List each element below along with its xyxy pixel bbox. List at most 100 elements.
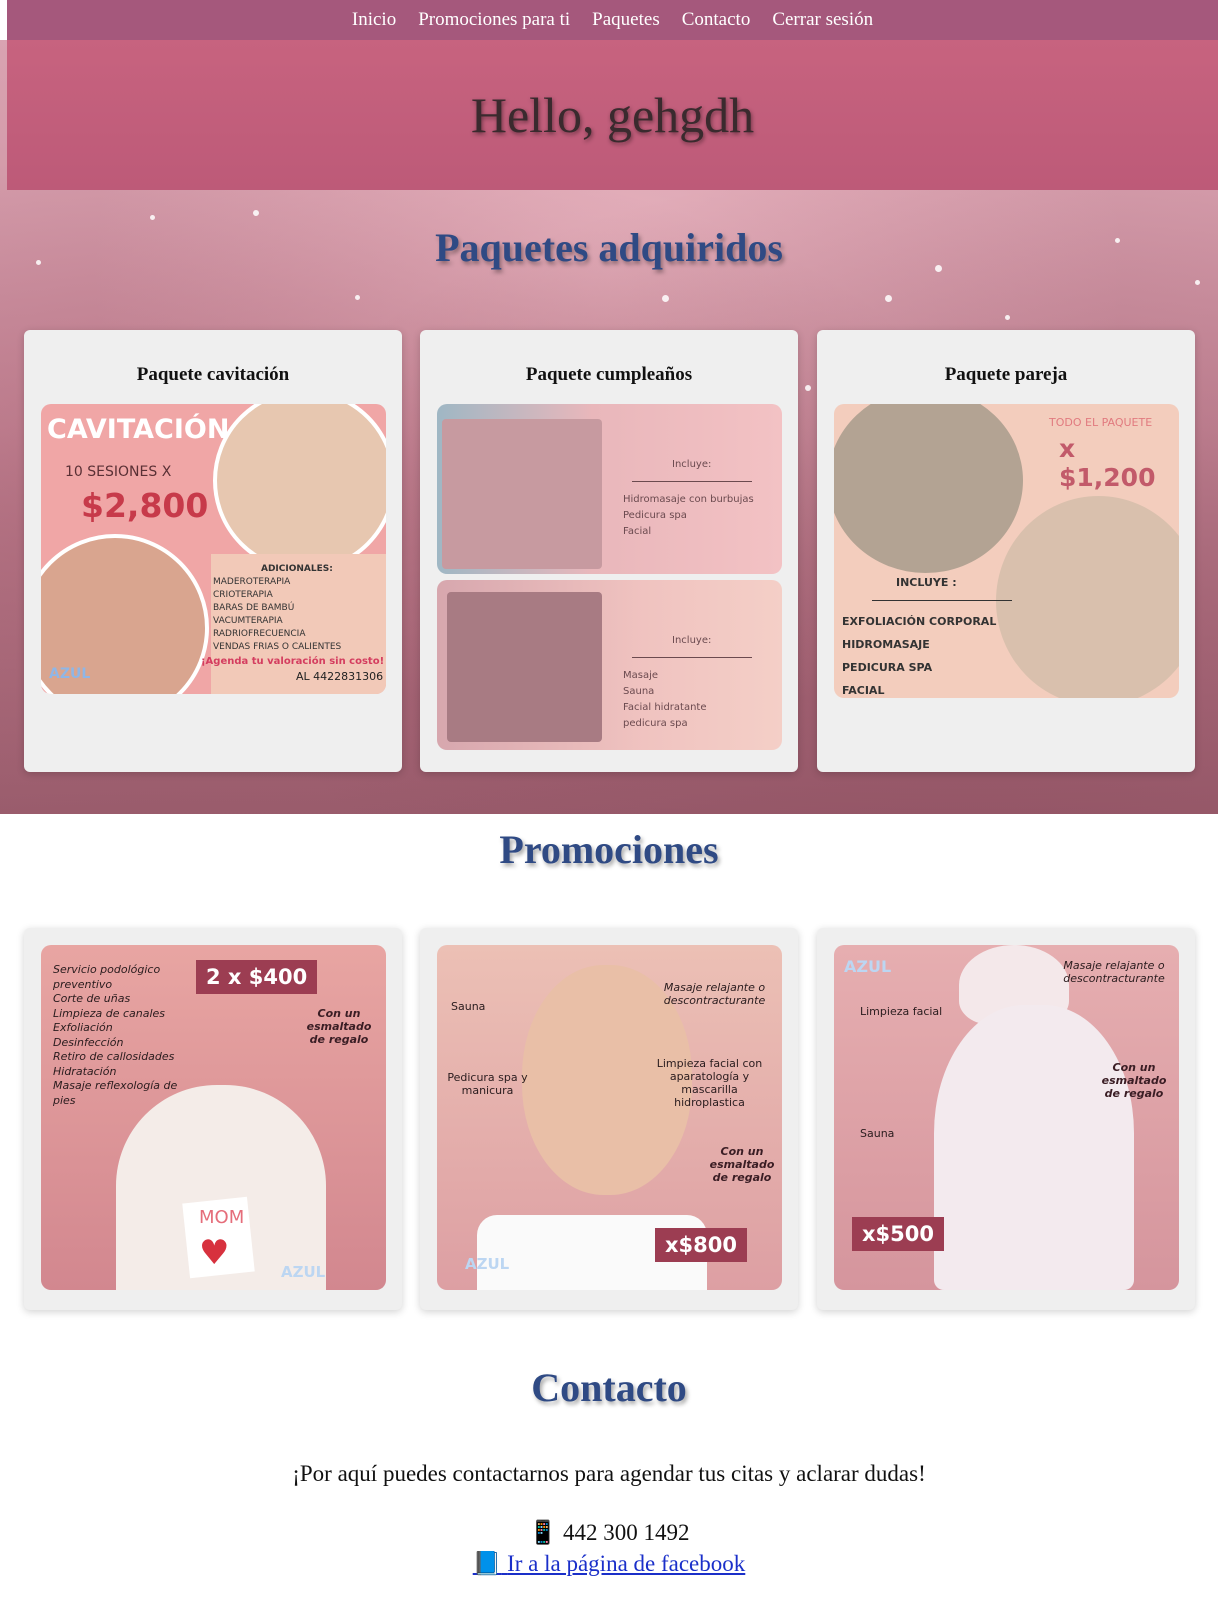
phone-number: 442 300 1492 xyxy=(562,1520,690,1545)
pareja-image: TODO EL PAQUETE x $1,200 INCLUYE : EXFOL… xyxy=(834,404,1179,698)
promo-label: Limpieza facial con aparatología y masca… xyxy=(656,1057,763,1109)
packages-title: Paquetes adquiridos xyxy=(435,225,783,270)
promo-price-badge: x$500 xyxy=(852,1217,944,1251)
promo-photo xyxy=(934,1005,1134,1290)
promo-label: Sauna xyxy=(860,1127,895,1140)
image-price: $2,800 xyxy=(81,486,209,525)
service-item: Hidratación xyxy=(53,1064,117,1078)
package-title: Paquete cumpleaños xyxy=(525,364,693,385)
include-item: Facial xyxy=(623,526,652,537)
nav-contacto[interactable]: Contacto xyxy=(682,9,751,31)
promo-image-facial: Sauna Masaje relajante o descontracturan… xyxy=(437,945,782,1290)
extra-item: CRIOTERAPIA xyxy=(213,590,273,600)
promo-price-badge: x$800 xyxy=(655,1228,747,1262)
package-card-cumpleanos[interactable]: Paquete cumpleaños Incluye: Hidromasaje … xyxy=(420,330,798,772)
image-price: x $1,200 xyxy=(1059,434,1156,492)
image-sessions: 10 SESIONES X xyxy=(65,464,172,480)
includes-list: EXFOLIACIÓN CORPORAL HIDROMASAJE PEDICUR… xyxy=(842,610,996,698)
party-photo xyxy=(447,592,602,742)
service-item: Desinfección xyxy=(53,1035,124,1049)
image-heading: CAVITACIÓN xyxy=(47,414,230,445)
extra-item: VENDAS FRIAS O CALIENTES xyxy=(213,642,342,652)
include-item: EXFOLIACIÓN CORPORAL xyxy=(842,615,997,628)
nav-promociones[interactable]: Promociones para ti xyxy=(418,9,570,31)
snow-dot xyxy=(805,385,811,391)
photo-circle xyxy=(834,404,1027,577)
includes-list: Hidromasaje con burbujas Pedicura spa Fa… xyxy=(623,492,754,540)
includes-title: INCLUYE : xyxy=(896,576,957,589)
party-photo xyxy=(442,419,602,569)
brand-logo: AZUL xyxy=(281,1263,326,1281)
divider xyxy=(632,481,752,482)
photo-circle xyxy=(992,492,1179,698)
include-item: HIDROMASAJE xyxy=(842,638,930,651)
cumpleanos-image-top: Incluye: Hidromasaje con burbujas Pedicu… xyxy=(437,404,782,574)
promo-service-list: Servicio podológico preventivo Corte de … xyxy=(53,963,183,1108)
nav-inicio[interactable]: Inicio xyxy=(352,9,396,31)
brand-logo: AZUL xyxy=(49,666,91,682)
promo-image-relax: AZUL Masaje relajante o descontracturant… xyxy=(834,945,1179,1290)
nav-paquetes[interactable]: Paquetes xyxy=(592,9,660,31)
service-item: Exfoliación xyxy=(53,1021,113,1034)
photo-circle xyxy=(213,404,386,572)
promo-card[interactable]: AZUL Masaje relajante o descontracturant… xyxy=(817,928,1195,1310)
brand-logo: AZUL xyxy=(465,1255,510,1273)
promo-card[interactable]: Sauna Masaje relajante o descontracturan… xyxy=(420,928,798,1310)
promo-card[interactable]: Servicio podológico preventivo Corte de … xyxy=(24,928,402,1310)
promo-gift-text: Con un esmaltado de regalo xyxy=(709,1145,775,1184)
service-item: Servicio podológico preventivo xyxy=(53,963,161,991)
promo-label: Limpieza facial xyxy=(860,1005,943,1018)
promo-price-badge: 2 x $400 xyxy=(196,960,318,994)
promo-gift-text: Con un esmaltado de regalo xyxy=(1101,1061,1167,1100)
package-card-cavitacion[interactable]: Paquete cavitación CAVITACIÓN 10 SESIONE… xyxy=(24,330,402,772)
package-title: Paquete cavitación xyxy=(136,364,290,385)
image-extras-list: MADEROTERAPIA CRIOTERAPIA BARAS DE BAMBÚ… xyxy=(213,576,341,654)
brand-logo: AZUL xyxy=(844,957,892,976)
extra-item: VACUMTERAPIA xyxy=(213,616,283,626)
snow-dot xyxy=(355,295,360,300)
snow-dot xyxy=(253,210,259,216)
service-item: Corte de uñas xyxy=(53,992,131,1005)
promo-label: Masaje relajante o descontracturante xyxy=(1063,959,1165,985)
contact-phone: 📱 442 300 1492 xyxy=(0,1519,1218,1546)
include-item: Facial hidratante xyxy=(623,702,707,713)
image-phone: AL 4422831306 xyxy=(296,670,384,683)
nav-cerrar-sesion[interactable]: Cerrar sesión xyxy=(772,9,873,31)
snow-dot xyxy=(662,295,669,302)
contact-text: ¡Por aquí puedes contactarnos para agend… xyxy=(292,1461,926,1486)
image-extras-title: ADICIONALES: xyxy=(261,564,333,574)
promotions-title: Promociones xyxy=(499,827,719,872)
image-cta: ¡Agenda tu valoración sin costo! xyxy=(201,656,385,667)
include-item: Sauna xyxy=(623,686,655,697)
package-card-pareja[interactable]: Paquete pareja TODO EL PAQUETE x $1,200 … xyxy=(817,330,1195,772)
greeting-heading: Hello, gehgdh xyxy=(470,87,755,143)
snow-dot xyxy=(150,215,155,220)
package-title: Paquete pareja xyxy=(944,364,1068,385)
cavitacion-image: CAVITACIÓN 10 SESIONES X $2,800 ADICIONA… xyxy=(41,404,386,694)
snow-dot xyxy=(885,295,892,302)
facebook-link[interactable]: 📘 Ir a la página de facebook xyxy=(473,1551,746,1576)
include-item: PEDICURA SPA xyxy=(842,661,933,674)
greeting-banner: Hello, gehgdh xyxy=(7,40,1218,190)
contact-facebook: 📘 Ir a la página de facebook xyxy=(0,1550,1218,1577)
includes-heading: Incluye: xyxy=(672,635,712,646)
promo-image-podologia: Servicio podológico preventivo Corte de … xyxy=(41,945,386,1290)
heart-icon: ♥ xyxy=(199,1233,230,1273)
extra-item: MADEROTERAPIA xyxy=(213,577,291,587)
top-nav: Inicio Promociones para ti Paquetes Cont… xyxy=(7,0,1218,40)
facebook-icon: 📘 xyxy=(472,1551,502,1576)
image-top-label: TODO EL PAQUETE xyxy=(1049,416,1153,429)
contact-title: Contacto xyxy=(531,1365,687,1410)
promo-label: Pedicura spa y manicura xyxy=(447,1071,528,1097)
promo-label: Masaje relajante o descontracturante xyxy=(663,981,766,1007)
include-item: pedicura spa xyxy=(623,718,688,729)
include-item: Masaje xyxy=(623,670,659,681)
include-item: FACIAL xyxy=(842,684,885,697)
promo-gift-text: Con un esmaltado de regalo xyxy=(306,1007,372,1046)
divider xyxy=(632,657,752,658)
snow-dot xyxy=(1005,315,1010,320)
includes-list: Masaje Sauna Facial hidratante pedicura … xyxy=(623,668,707,732)
include-item: Pedicura spa xyxy=(623,510,687,521)
facebook-link-text: Ir a la página de facebook xyxy=(507,1551,746,1576)
service-item: Retiro de callosidades xyxy=(53,1050,175,1063)
